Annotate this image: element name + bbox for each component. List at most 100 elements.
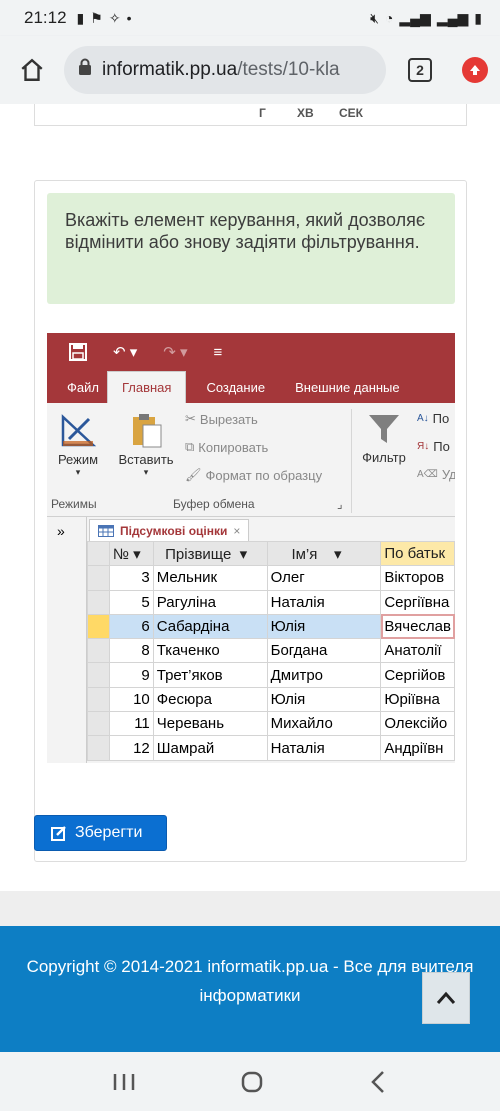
filter-label: Фильтр	[362, 450, 406, 465]
table-cell[interactable]: 8	[108, 638, 154, 664]
remove-sort-icon: A⌫	[417, 469, 438, 480]
table-cell[interactable]: Мельник	[152, 565, 268, 591]
table-cell[interactable]: Шамрай	[152, 735, 268, 761]
signal-icon: ▂▄▆	[399, 9, 431, 26]
table-cell[interactable]: 3	[108, 565, 154, 591]
table-cell[interactable]: Андріївн	[380, 735, 455, 761]
address-bar[interactable]: informatik.pp.ua/tests/10-kla	[64, 46, 386, 94]
tab-home[interactable]: Главная	[106, 371, 187, 403]
redo-icon: ↷ ▾	[163, 344, 188, 361]
row-selector[interactable]	[87, 711, 110, 737]
table-cell[interactable]: Трет’яков	[152, 662, 268, 688]
table-cell[interactable]: Сергіївна	[380, 589, 455, 615]
access-screenshot[interactable]: ↶ ▾ ↷ ▾ ≡ Файл Главная Создание Внешние …	[47, 333, 455, 763]
table-cell[interactable]: Черевань	[152, 711, 268, 737]
table-cell[interactable]: Вячеслав	[380, 613, 455, 640]
lock-icon	[78, 58, 92, 82]
table-cell[interactable]: Олег	[266, 565, 382, 591]
back-icon[interactable]	[368, 1070, 388, 1094]
table-cell[interactable]: Юріївна	[380, 686, 455, 713]
table-cell[interactable]: Вікторов	[380, 565, 455, 591]
column-header-patronymic[interactable]: По батьк	[380, 540, 455, 567]
table-cell[interactable]: Богдана	[266, 638, 382, 664]
url-path: /tests/10-kla	[237, 59, 340, 80]
status-bar: 21:12 ▮ ⚑ ✧ • 🔇︎ ◔ ▂▄▆ ▂▄▆ ▮	[0, 0, 500, 36]
broom-icon: ⚑	[90, 9, 103, 26]
paste-label: Вставить	[118, 452, 174, 467]
table-cell[interactable]: 9	[108, 662, 154, 688]
table-row[interactable]: 6 Сабардіна Юлія Вячеслав	[87, 613, 455, 640]
update-button[interactable]	[462, 57, 488, 83]
remove-sort-button[interactable]: A⌫ Уд	[417, 467, 455, 482]
wifi-icon: ◔	[384, 10, 394, 26]
column-label: Ім’я	[291, 545, 318, 563]
table-cell[interactable]: Ткаченко	[152, 638, 268, 664]
select-all-cell[interactable]	[87, 540, 110, 567]
paste-button[interactable]: Вставить ▾	[115, 411, 177, 478]
table-row[interactable]: 8 Ткаченко Богдана Анатолії	[87, 638, 455, 664]
table-cell[interactable]: 12	[108, 735, 154, 761]
table-row[interactable]: 9 Трет’яков Дмитро Сергійов	[87, 662, 455, 688]
table-cell[interactable]: 6	[108, 613, 154, 640]
mode-label: Режим	[57, 452, 99, 467]
navigation-pane-toggle[interactable]: »	[47, 517, 87, 763]
row-selector[interactable]	[87, 565, 110, 591]
table-cell[interactable]: Анатолії	[380, 638, 455, 664]
row-selector[interactable]	[87, 686, 110, 713]
table-cell[interactable]: Олексійо	[380, 711, 455, 737]
sort-descending-button[interactable]: Я↓ По	[417, 439, 450, 454]
tab-external-data[interactable]: Внешние данные	[295, 380, 400, 403]
table-cell[interactable]: Наталія	[266, 735, 382, 761]
row-selector[interactable]	[87, 735, 110, 761]
row-selector[interactable]	[87, 638, 110, 664]
table-row[interactable]: 3 Мельник Олег Вікторов	[87, 565, 455, 591]
tab-create[interactable]: Создание	[206, 380, 265, 403]
table-cell[interactable]: Рагуліна	[152, 589, 268, 615]
recent-apps-icon[interactable]	[112, 1072, 136, 1092]
save-button[interactable]: Зберегти	[34, 815, 167, 851]
row-selector[interactable]	[87, 589, 110, 615]
sort-ascending-button[interactable]: A↓ По	[417, 411, 449, 426]
home-icon	[21, 58, 43, 81]
sd-card-icon: ▮	[76, 9, 85, 26]
table-cell[interactable]: 10	[108, 686, 154, 713]
chevron-up-icon	[436, 991, 456, 1004]
table-cell[interactable]: 5	[108, 589, 154, 615]
brush-icon: 🖌︎	[185, 467, 202, 482]
mode-button[interactable]: Режим ▾	[53, 411, 103, 478]
home-button[interactable]	[12, 50, 52, 90]
row-selector[interactable]	[87, 662, 110, 688]
table-cell[interactable]: Михайло	[266, 711, 382, 737]
dialog-launcher-icon[interactable]: ⌟	[337, 497, 343, 511]
table-row[interactable]: 10 Фесюра Юлія Юріївна	[87, 686, 455, 713]
table-cell[interactable]: Юлія	[266, 613, 382, 640]
scroll-to-top-button[interactable]	[422, 972, 470, 1024]
filter-icon	[369, 415, 399, 443]
format-painter-button[interactable]: 🖌︎ Формат по образцу	[185, 467, 322, 483]
copy-button[interactable]: ⧉ Копировать	[185, 439, 268, 455]
status-time: 21:12	[24, 8, 67, 27]
column-header-name[interactable]: Ім’я ▾	[266, 540, 382, 567]
filter-button[interactable]: Фильтр	[357, 411, 411, 465]
home-circle-icon[interactable]	[240, 1070, 264, 1094]
table-cell[interactable]: Сабардіна	[152, 613, 268, 640]
tab-file[interactable]: Файл	[67, 380, 99, 403]
close-tab-icon[interactable]: ×	[233, 524, 240, 538]
document-tab[interactable]: Підсумкові оцінки ×	[89, 519, 250, 541]
table-cell[interactable]: Фесюра	[152, 686, 268, 713]
table-cell[interactable]: Наталія	[266, 589, 382, 615]
table-row[interactable]: 5 Рагуліна Наталія Сергіївна	[87, 589, 455, 615]
table-cell[interactable]: 11	[108, 711, 154, 737]
column-label: По батьк	[384, 545, 446, 563]
table-row[interactable]: 12 Шамрай Наталія Андріївн	[87, 735, 455, 761]
tab-switcher-button[interactable]: 2	[408, 58, 432, 82]
dot-icon: •	[126, 10, 132, 26]
table-cell[interactable]: Сергійов	[380, 662, 455, 688]
table-cell[interactable]: Юлія	[266, 686, 382, 713]
row-selector[interactable]	[87, 613, 110, 640]
column-header-number[interactable]: № ▾	[108, 540, 154, 567]
table-cell[interactable]: Дмитро	[266, 662, 382, 688]
table-row[interactable]: 11 Черевань Михайло Олексійо	[87, 711, 455, 737]
column-header-surname[interactable]: Прізвище ▾	[152, 540, 268, 567]
cut-button[interactable]: ✂ Вырезать	[185, 411, 258, 427]
